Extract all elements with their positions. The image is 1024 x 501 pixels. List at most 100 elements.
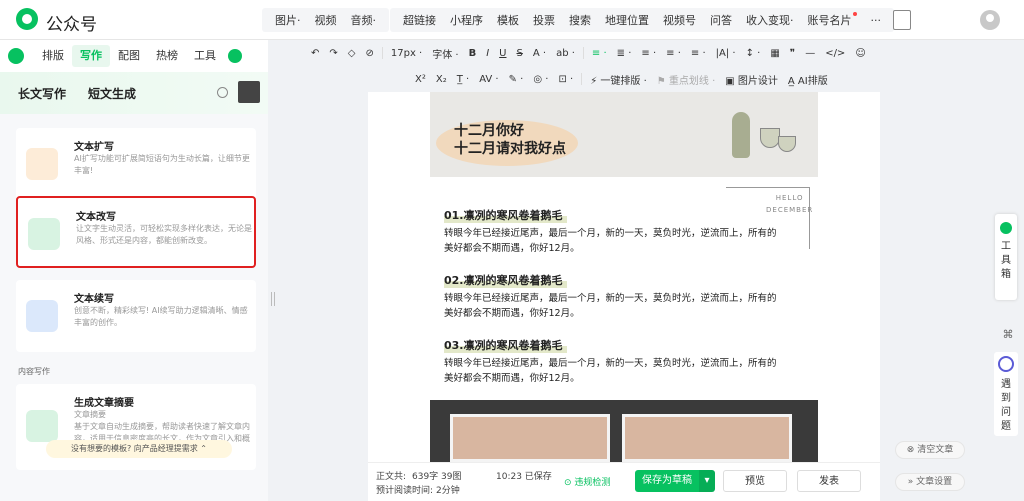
- toolbox-panel-button[interactable]: 工具箱: [995, 214, 1017, 300]
- margin-button[interactable]: ↕ ·: [741, 48, 766, 59]
- tab-images[interactable]: 配图: [110, 45, 148, 67]
- section-heading: 02.凛冽的寒风卷着鹅毛: [444, 272, 567, 288]
- one-click-layout-button[interactable]: ⚡ 一键排版 ·: [585, 72, 652, 87]
- content-insert-group: 超链接 小程序 模板 投票 搜索 地理位置 视频号 问答 收入变现· 账号名片 …: [390, 8, 894, 32]
- insert-video-button[interactable]: 视频: [308, 12, 344, 28]
- text-style-button[interactable]: T̲ ·: [452, 74, 474, 85]
- insert-link-button[interactable]: 超链接: [396, 12, 443, 28]
- user-thumbnail[interactable]: [238, 81, 260, 103]
- line-spacing-button[interactable]: ≡ ·: [661, 48, 686, 59]
- compliance-check-link[interactable]: ⊙ 违规检测: [564, 475, 610, 488]
- tab-writing[interactable]: 写作: [72, 45, 110, 67]
- align-center-button[interactable]: ≡ ·: [636, 48, 661, 59]
- save-options-dropdown[interactable]: ▾: [699, 470, 715, 492]
- highlight-color-button[interactable]: ab ·: [551, 48, 580, 59]
- rewrite-icon: [28, 218, 60, 250]
- table-button[interactable]: ▦: [765, 48, 784, 59]
- tab-layout[interactable]: 排版: [34, 45, 72, 67]
- december-text: DECEMBER: [766, 206, 814, 214]
- paragraph-spacing-button[interactable]: ≡ ·: [686, 48, 711, 59]
- sake-cup-icon: [760, 128, 780, 148]
- quote-button[interactable]: ❞: [785, 48, 800, 59]
- article-content[interactable]: 十二月你好 十二月请对我好点 HELLO DECEMBER 01.凛冽的寒风卷着…: [430, 92, 818, 462]
- superscript-button[interactable]: X²: [410, 74, 431, 85]
- help-panel-button[interactable]: 遇到问题: [994, 352, 1018, 436]
- letter-spacing-button[interactable]: |A| ·: [711, 48, 741, 59]
- insert-template-button[interactable]: 模板: [490, 12, 526, 28]
- chevron-down-icon: ▾: [704, 475, 710, 486]
- short-writing-tab[interactable]: 短文生成: [88, 85, 136, 102]
- align-left-button[interactable]: ≡ ·: [587, 48, 612, 59]
- gallery-button[interactable]: ⊡ ·: [553, 74, 578, 85]
- trash-icon: ⊗: [906, 445, 918, 455]
- insert-audio-menu[interactable]: 音频·: [344, 12, 384, 28]
- emoji-button[interactable]: ☺: [850, 48, 870, 59]
- film-frame: [622, 414, 792, 462]
- font-family-select[interactable]: 字体 ·: [427, 46, 463, 61]
- char-spacing-button[interactable]: AV ·: [474, 74, 503, 85]
- article-settings-label: 文章设置: [916, 477, 953, 487]
- insert-monetize-menu[interactable]: 收入变现·: [739, 12, 801, 28]
- card-rewrite[interactable]: 文本改写 让文字生动灵活，可轻松实现多样化表达，无论是风格、形式还是内容，都能创…: [16, 196, 256, 268]
- divider: [581, 73, 583, 85]
- top-bar: 公众号 图片· 视频 音频· 超链接 小程序 模板 投票 搜索 地理位置 视频号…: [0, 0, 1024, 40]
- format-toolbar-row2: X² X₂ T̲ · AV · ✎ · ◎ · ⊡ · ⚡ 一键排版 · ⚑ 重…: [286, 66, 956, 92]
- clear-format-button[interactable]: ⊘: [360, 48, 378, 59]
- image-design-button[interactable]: ▣ 图片设计: [720, 72, 783, 87]
- paragraph-line: 美好都会不期而遇，你好12月。: [444, 373, 580, 384]
- font-size-select[interactable]: 17px ·: [386, 48, 427, 59]
- subscript-button[interactable]: X₂: [431, 74, 452, 85]
- insert-miniprogram-button[interactable]: 小程序: [443, 12, 490, 28]
- tab-tools[interactable]: 工具: [186, 45, 224, 67]
- history-icon[interactable]: [217, 87, 228, 98]
- insert-search-button[interactable]: 搜索: [562, 12, 598, 28]
- insert-channels-button[interactable]: 视频号: [656, 12, 703, 28]
- insert-image-menu[interactable]: 图片·: [268, 12, 308, 28]
- sidebar-collapse-handle[interactable]: [268, 40, 278, 501]
- insert-vote-button[interactable]: 投票: [526, 12, 562, 28]
- assistant-toggle[interactable]: [228, 49, 242, 63]
- save-draft-button[interactable]: 保存为草稿: [635, 470, 699, 492]
- ai-layout-button[interactable]: A̲ AI排版: [783, 72, 833, 87]
- bold-button[interactable]: B: [464, 48, 482, 59]
- media-insert-group: 图片· 视频 音频·: [262, 8, 389, 32]
- underline-button[interactable]: U: [494, 48, 511, 59]
- user-avatar[interactable]: [980, 10, 1000, 30]
- preview-button[interactable]: 预览: [723, 470, 787, 492]
- clear-article-button[interactable]: ⊗ 清空文章: [895, 441, 965, 459]
- insert-location-button[interactable]: 地理位置: [598, 12, 656, 28]
- card-expand[interactable]: 文本扩写 AI扩写功能可扩展简短语句为生动长篇，让细节更丰富!: [16, 128, 256, 200]
- hello-december-label: HELLO DECEMBER: [766, 192, 813, 216]
- pen-button[interactable]: ✎ ·: [504, 74, 529, 85]
- code-button[interactable]: </>: [820, 48, 850, 59]
- card-title: 文本改写: [76, 212, 116, 223]
- key-underline-button[interactable]: ⚑ 重点划线 ·: [652, 72, 721, 87]
- feedback-link[interactable]: 没有想要的模板? 向产品经理提需求 ⌃: [46, 440, 232, 458]
- theme-button[interactable]: ◎ ·: [528, 74, 553, 85]
- strikethrough-button[interactable]: S: [512, 48, 528, 59]
- divider-line-button[interactable]: —: [800, 48, 820, 59]
- apps-icon[interactable]: ⌘: [1001, 328, 1015, 342]
- wechat-logo-icon: [16, 8, 38, 30]
- redo-button[interactable]: ↷: [324, 48, 342, 59]
- word-count-label: 正文共:: [376, 472, 407, 482]
- compliance-check-label: 违规检测: [574, 478, 611, 488]
- tab-trending[interactable]: 热榜: [148, 45, 186, 67]
- insert-account-card-button[interactable]: 账号名片: [801, 12, 864, 28]
- long-writing-tab[interactable]: 长文写作: [18, 85, 66, 102]
- insert-qa-button[interactable]: 问答: [703, 12, 739, 28]
- card-continue[interactable]: 文本续写 创意不断，精彩续写! AI续写助力逻辑清晰、情感丰富的创作。: [16, 280, 256, 352]
- header-banner: 十二月你好 十二月请对我好点: [430, 92, 818, 177]
- document-icon[interactable]: [893, 10, 911, 30]
- assistant-logo-icon: [8, 48, 24, 64]
- publish-button[interactable]: 发表: [797, 470, 861, 492]
- clear-article-label: 清空文章: [917, 445, 954, 455]
- expand-icon: [26, 148, 58, 180]
- format-painter-button[interactable]: ◇: [343, 48, 361, 59]
- indent-button[interactable]: ≣ ·: [612, 48, 637, 59]
- more-insert-button[interactable]: ···: [864, 14, 889, 27]
- font-color-button[interactable]: A ·: [528, 48, 551, 59]
- undo-button[interactable]: ↶: [306, 48, 324, 59]
- italic-button[interactable]: I: [481, 48, 494, 59]
- article-settings-button[interactable]: » 文章设置: [895, 473, 965, 491]
